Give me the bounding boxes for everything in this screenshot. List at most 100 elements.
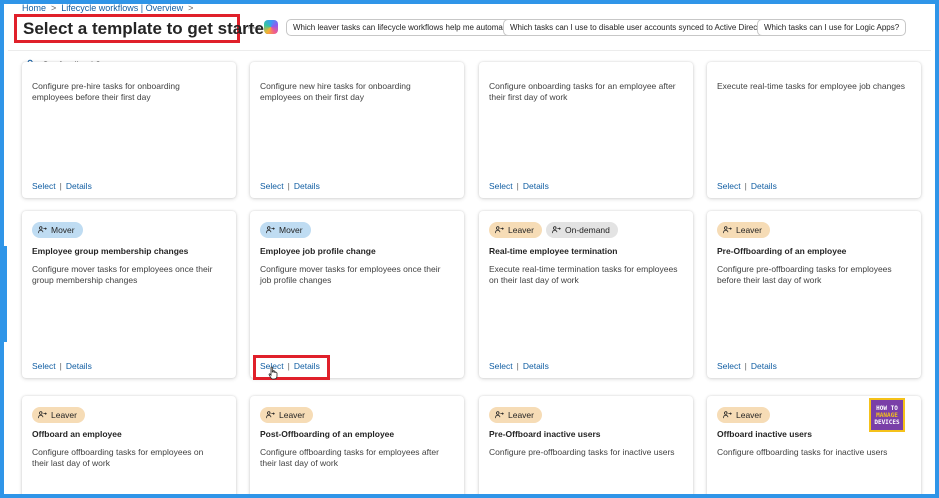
card-actions: Select | Details: [32, 181, 92, 191]
action-separator: |: [516, 181, 519, 191]
card-title: Pre-Offboarding of an employee: [717, 246, 847, 256]
card-description: Configure pre-offboarding tasks for empl…: [717, 264, 892, 285]
details-link[interactable]: Details: [751, 361, 777, 371]
card-description: Configure offboarding tasks for inactive…: [717, 447, 888, 457]
people-swap-icon: [495, 411, 504, 419]
ondemand-badge: On-demand: [546, 222, 618, 238]
people-swap-icon: [723, 226, 732, 234]
card-actions: Select | Details: [489, 181, 549, 191]
badge-group: Leaver: [260, 407, 313, 423]
logo-line-2: MANAGE: [876, 411, 898, 419]
card-description: Configure offboarding tasks for employee…: [32, 447, 204, 468]
card-title: Real-time employee termination: [489, 246, 618, 256]
breadcrumb-lifecycle-workflows[interactable]: Lifecycle workflows | Overview: [61, 3, 183, 13]
how-to-manage-devices-logo: HOW TO MANAGE DEVICES: [869, 398, 905, 432]
page-title-highlight: Select a template to get started: [14, 14, 274, 43]
card-description: Execute real-time tasks for employee job…: [717, 81, 906, 91]
badge-group: Leaver On-demand: [489, 222, 618, 238]
more-horizontal-icon[interactable]: ···: [247, 20, 262, 34]
details-link[interactable]: Details: [751, 181, 777, 191]
suggestion-chip-leaver-tasks[interactable]: Which leaver tasks can lifecycle workflo…: [286, 19, 521, 36]
select-link[interactable]: Select: [489, 181, 513, 191]
people-swap-icon: [495, 226, 504, 234]
template-card-offboard-an-employee[interactable]: Leaver Offboard an employee Configure offb…: [22, 396, 236, 498]
template-card-post-offboarding-of-an-employee[interactable]: Leaver Post-Offboarding of an employee Con…: [250, 396, 464, 498]
scrollbar-accent: [4, 246, 7, 342]
card-title: Offboard an employee: [32, 429, 122, 439]
leaver-badge: Leaver: [489, 407, 542, 423]
template-card[interactable]: Configure onboarding tasks for an employ…: [479, 62, 693, 198]
suggestion-chip-logic-apps[interactable]: Which tasks can I use for Logic Apps?: [757, 19, 907, 36]
people-swap-icon: [552, 226, 561, 234]
action-separator: |: [516, 361, 519, 371]
leaver-badge: Leaver: [717, 222, 770, 238]
logo-line-1: HOW TO: [876, 404, 898, 412]
header-divider: [8, 50, 931, 51]
breadcrumb-home[interactable]: Home: [22, 3, 46, 13]
template-card[interactable]: Configure pre-hire tasks for onboarding …: [22, 62, 236, 198]
breadcrumb-separator: >: [51, 3, 57, 13]
badge-label: Mover: [51, 225, 75, 235]
card-title: Employee job profile change: [260, 246, 376, 256]
logo-line-3: DEVICES: [874, 418, 900, 426]
breadcrumb: Home > Lifecycle workflows | Overview >: [22, 3, 193, 13]
template-card-pre-offboarding-of-an-employee[interactable]: Leaver Pre-Offboarding of an employee Conf…: [707, 211, 921, 378]
action-separator: |: [744, 361, 747, 371]
template-card-pre-offboard-inactive-users[interactable]: Leaver Pre-Offboard inactive users Configu…: [479, 396, 693, 498]
card-description: Execute real-time termination tasks for …: [489, 264, 678, 285]
select-link[interactable]: Select: [32, 361, 56, 371]
details-link[interactable]: Details: [523, 181, 549, 191]
badge-label: Leaver: [508, 410, 534, 420]
people-swap-icon: [266, 226, 275, 234]
card-description: Configure offboarding tasks for employee…: [260, 447, 439, 468]
template-card[interactable]: Configure new hire tasks for onboarding …: [250, 62, 464, 198]
template-card[interactable]: Execute real-time tasks for employee job…: [707, 62, 921, 198]
card-actions: Select | Details: [32, 361, 92, 371]
badge-group: Leaver: [717, 407, 770, 423]
badge-label: Leaver: [51, 410, 77, 420]
people-swap-icon: [266, 411, 275, 419]
select-link[interactable]: Select: [260, 181, 284, 191]
breadcrumb-separator: >: [188, 3, 194, 13]
action-separator: |: [287, 181, 290, 191]
details-link[interactable]: Details: [66, 361, 92, 371]
details-link[interactable]: Details: [294, 181, 320, 191]
select-action-highlight: [253, 355, 330, 380]
page-title: Select a template to get started: [23, 18, 275, 38]
mover-badge: Mover: [260, 222, 311, 238]
template-card-employee-group-membership-changes[interactable]: Mover Employee group membership changes Co…: [22, 211, 236, 378]
card-title: Post-Offboarding of an employee: [260, 429, 395, 439]
card-title: Employee group membership changes: [32, 246, 189, 256]
card-actions: Select | Details: [717, 361, 777, 371]
action-separator: |: [744, 181, 747, 191]
badge-label: Mover: [279, 225, 303, 235]
people-swap-icon: [723, 411, 732, 419]
select-link[interactable]: Select: [32, 181, 56, 191]
select-link[interactable]: Select: [717, 361, 741, 371]
badge-group: Mover: [260, 222, 311, 238]
action-separator: |: [59, 361, 62, 371]
badge-label: Leaver: [736, 410, 762, 420]
card-title: Offboard inactive users: [717, 429, 812, 439]
badge-label: On-demand: [565, 225, 610, 235]
badge-group: Leaver: [32, 407, 85, 423]
badge-group: Leaver: [489, 407, 542, 423]
suggestion-chip-disable-accounts[interactable]: Which tasks can I use to disable user ac…: [503, 19, 783, 36]
people-swap-icon: [38, 226, 47, 234]
badge-group: Mover: [32, 222, 83, 238]
template-card-real-time-employee-termination[interactable]: Leaver On-demand Real-time employee termin…: [479, 211, 693, 378]
details-link[interactable]: Details: [523, 361, 549, 371]
select-link[interactable]: Select: [717, 181, 741, 191]
copilot-icon[interactable]: [264, 20, 278, 34]
hand-pointer-icon: [268, 366, 278, 380]
leaver-badge: Leaver: [489, 222, 542, 238]
select-link[interactable]: Select: [489, 361, 513, 371]
card-description: Configure pre-offboarding tasks for inac…: [489, 447, 675, 457]
card-description: Configure mover tasks for employees once…: [32, 264, 213, 285]
people-swap-icon: [38, 411, 47, 419]
details-link[interactable]: Details: [66, 181, 92, 191]
mover-badge: Mover: [32, 222, 83, 238]
card-description: Configure onboarding tasks for an employ…: [489, 81, 676, 102]
template-card-employee-job-profile-change[interactable]: Mover Employee job profile change Configur…: [250, 211, 464, 378]
badge-label: Leaver: [279, 410, 305, 420]
